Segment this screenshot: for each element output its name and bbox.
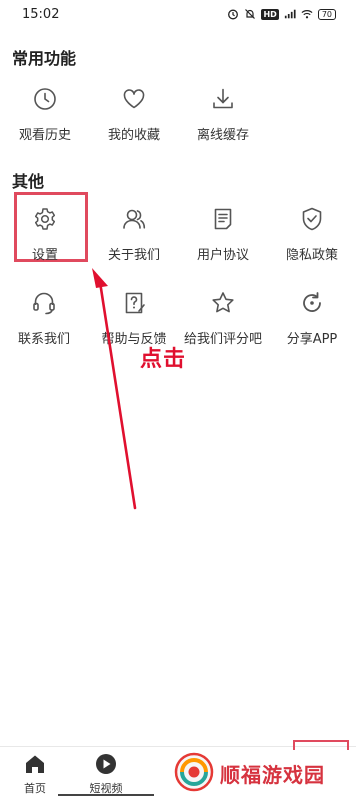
home-icon [24, 753, 46, 775]
watermark-text: 顺福游戏园 [220, 763, 325, 787]
watermark-logo-icon [174, 752, 214, 792]
tab-short-video[interactable]: 短视频 [71, 753, 141, 795]
annotation-text: 点击 [140, 347, 187, 372]
watermark: 顺福游戏园 [168, 748, 352, 796]
tab-underline [58, 794, 154, 796]
annotation-arrow-icon [92, 268, 137, 510]
play-circle-icon [95, 753, 117, 775]
tab-home[interactable]: 首页 [0, 753, 70, 795]
